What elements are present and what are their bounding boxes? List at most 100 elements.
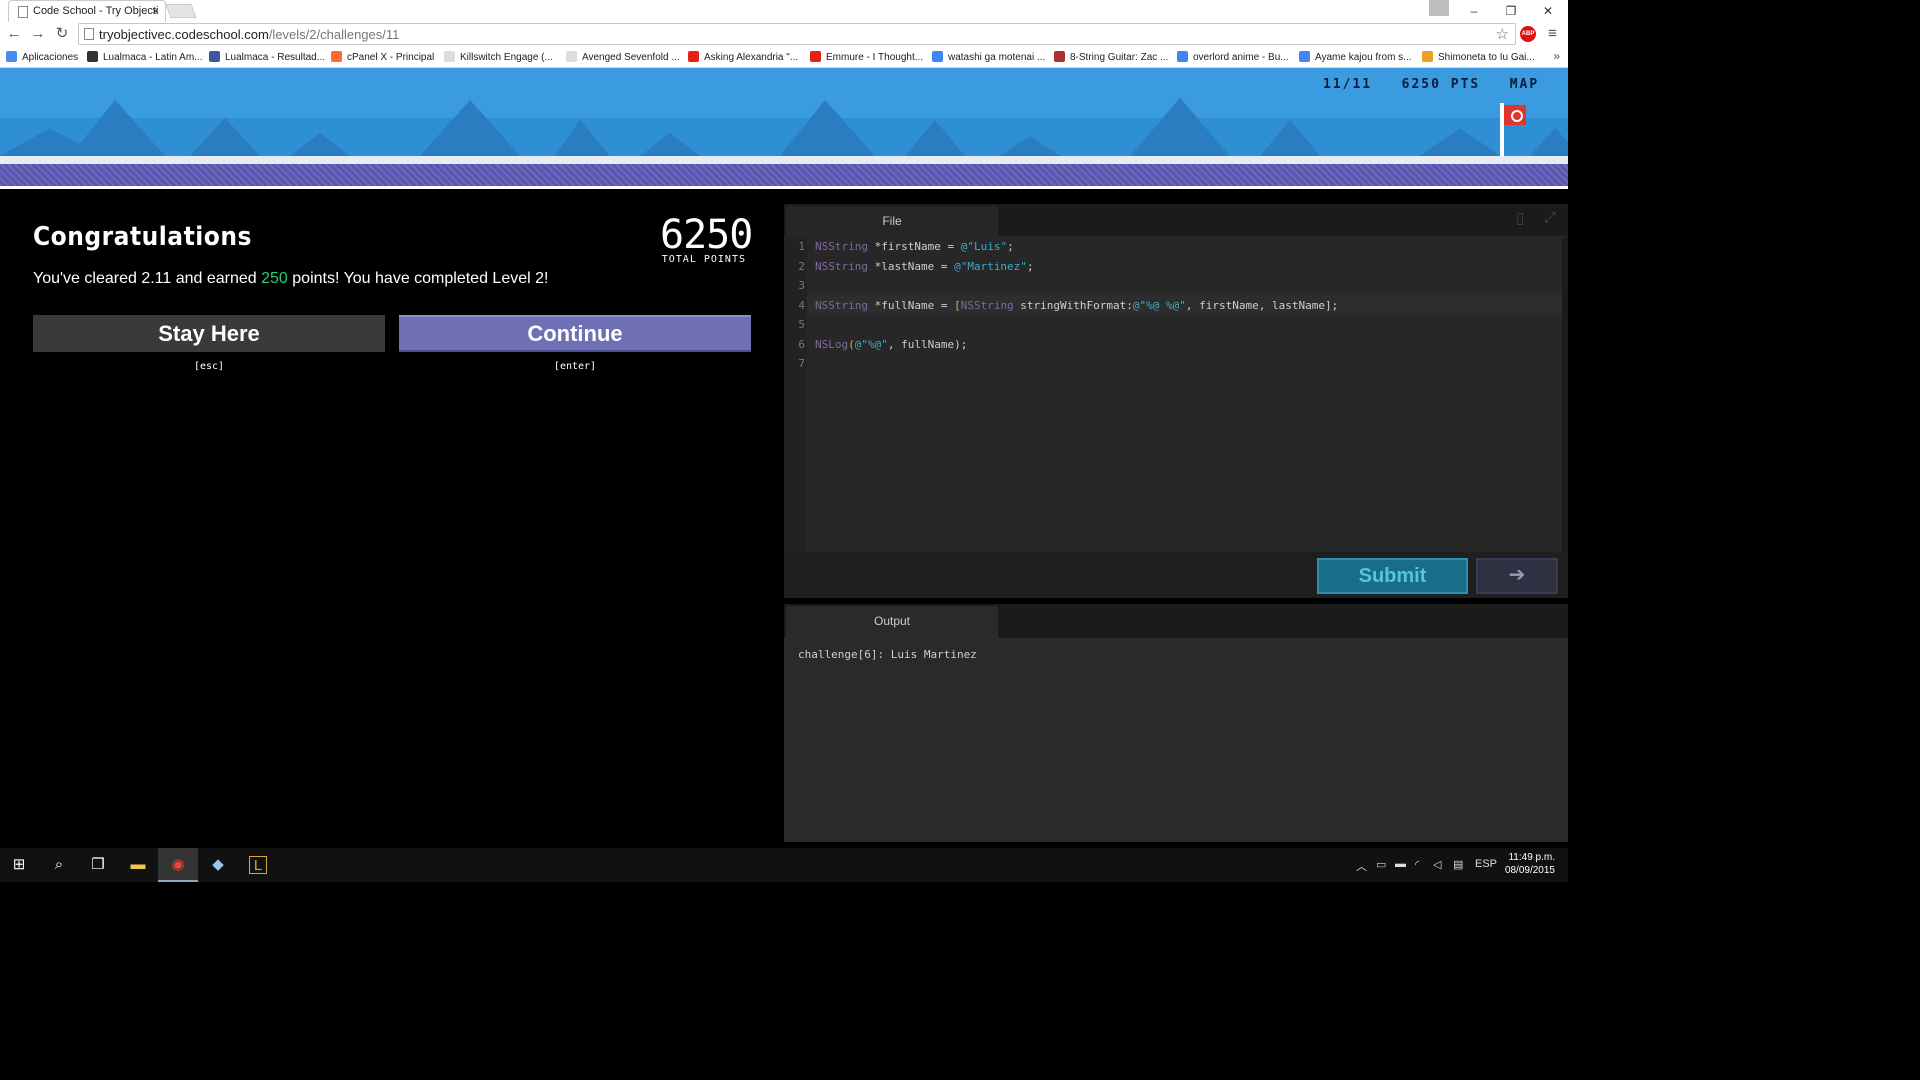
adblock-icon[interactable]: ABP — [1520, 26, 1536, 42]
tray-chevron-icon[interactable]: ︿ — [1356, 858, 1367, 874]
back-icon[interactable]: ← — [4, 24, 24, 44]
bookmark-icon — [688, 51, 699, 62]
bookmark-item[interactable]: Avenged Sevenfold ... — [566, 51, 680, 63]
fullscreen-icon[interactable]: ⤢ — [1544, 209, 1556, 226]
bookmark-icon — [1299, 51, 1310, 62]
bookmark-label: cPanel X - Principal — [347, 52, 435, 63]
code-token: *lastName = — [867, 260, 955, 273]
code-token: , fullName); — [887, 338, 968, 351]
url-host: tryobjectivec.codeschool.com — [99, 27, 269, 42]
tab-title: Code School - Try Objecti — [33, 5, 159, 17]
bookmark-item[interactable]: watashi ga motenai ... — [932, 51, 1045, 63]
bookmark-item[interactable]: Killswitch Engage (... — [444, 51, 553, 63]
page-icon — [84, 28, 94, 40]
layout-toggle-icon[interactable]: ▯ — [1516, 209, 1524, 227]
bookmark-icon — [810, 51, 821, 62]
cleared-message: You've cleared 2.11 and earned 250 point… — [33, 270, 548, 288]
code-editor[interactable] — [807, 238, 1562, 552]
volume-icon[interactable]: ◁ — [1433, 858, 1441, 871]
close-window-button[interactable]: ✕ — [1531, 0, 1565, 22]
bookmark-label: 8-String Guitar: Zac ... — [1070, 52, 1169, 63]
reload-icon[interactable]: ↻ — [52, 24, 72, 44]
notifications-icon[interactable]: ▤ — [1453, 858, 1463, 871]
congrats-title: Congratulations — [33, 222, 252, 252]
wifi-icon[interactable]: ◜ — [1415, 858, 1419, 871]
address-bar[interactable]: tryobjectivec.codeschool.com/levels/2/ch… — [78, 23, 1516, 45]
minimize-button[interactable]: – — [1457, 0, 1491, 22]
file-explorer-icon[interactable]: ▬ — [129, 856, 147, 874]
bookmark-icon — [1177, 51, 1188, 62]
next-arrow-button[interactable]: ➔ — [1476, 558, 1558, 594]
tab-file[interactable]: File — [786, 206, 998, 238]
clock-time: 11:49 p.m. — [1508, 852, 1555, 863]
line-number: 4 — [798, 299, 805, 312]
code-token: ( — [848, 338, 855, 351]
bookmark-item[interactable]: Aplicaciones — [6, 51, 78, 63]
bookmark-label: Killswitch Engage (... — [460, 52, 553, 63]
code-token: *fullName = — [867, 299, 955, 312]
message-prefix: You've cleared 2.11 and earned — [33, 270, 262, 287]
search-icon[interactable]: ⌕ — [50, 856, 68, 874]
code-token: NSString — [815, 240, 868, 253]
bookmark-label: Ayame kajou from s... — [1315, 52, 1412, 63]
points-counter: 6250 PTS — [1401, 77, 1481, 92]
points-earned: 250 — [261, 270, 288, 287]
bookmarks-overflow-icon[interactable]: » — [1553, 49, 1560, 63]
bookmark-label: Shimoneta to Iu Gai... — [1438, 52, 1535, 63]
bookmark-item[interactable]: cPanel X - Principal — [331, 51, 434, 63]
code-token: , firstName, lastName]; — [1185, 299, 1339, 312]
output-text: challenge[6]: Luis Martinez — [798, 648, 977, 661]
bookmark-star-icon[interactable]: ☆ — [1496, 25, 1509, 43]
ground-divider — [0, 186, 1568, 200]
bookmark-label: Emmure - I Thought... — [826, 52, 924, 63]
bookmark-item[interactable]: Ayame kajou from s... — [1299, 51, 1412, 63]
bookmark-label: overlord anime - Bu... — [1193, 52, 1289, 63]
code-token: @"%@" — [854, 338, 888, 351]
code-token: *firstName = — [867, 240, 961, 253]
bookmark-icon — [566, 51, 577, 62]
bookmark-icon — [444, 51, 455, 62]
stay-here-button[interactable]: Stay Here — [33, 315, 385, 352]
bookmark-label: Avenged Sevenfold ... — [582, 52, 680, 63]
bookmark-item[interactable]: Lualmaca - Resultad... — [209, 51, 325, 63]
code-token: stringWithFormat: — [1013, 299, 1133, 312]
app-cube-icon[interactable]: ◆ — [209, 856, 227, 874]
browser-tabstrip: Code School - Try Objecti × – ❐ ✕ — [0, 0, 1568, 22]
bookmark-item[interactable]: Asking Alexandria "... — [688, 51, 798, 63]
bookmark-item[interactable]: overlord anime - Bu... — [1177, 51, 1289, 63]
user-profile-icon[interactable] — [1429, 0, 1449, 16]
line-number: 5 — [798, 318, 805, 331]
stay-hint: [esc] — [193, 361, 225, 372]
bookmark-item[interactable]: Emmure - I Thought... — [810, 51, 923, 63]
chrome-icon[interactable]: ◉ — [169, 856, 187, 874]
forward-icon[interactable]: → — [28, 24, 48, 44]
task-view-icon[interactable]: ❒ — [89, 856, 107, 874]
line-number: 6 — [798, 338, 805, 351]
bookmarks-bar: Aplicaciones Lualmaca - Latin Am... Lualma… — [0, 46, 1568, 68]
tab-output[interactable]: Output — [786, 606, 998, 638]
start-icon[interactable]: ⊞ — [10, 856, 28, 874]
browser-tab[interactable]: Code School - Try Objecti × — [8, 0, 166, 22]
battery-icon[interactable]: ▬ — [1395, 858, 1406, 870]
continue-button[interactable]: Continue — [399, 315, 751, 352]
language-indicator[interactable]: ESP — [1475, 858, 1497, 870]
bookmark-item[interactable]: Lualmaca - Latin Am... — [87, 51, 203, 63]
windows-taskbar — [0, 848, 1568, 882]
tab-close-icon[interactable]: × — [152, 4, 159, 18]
clock[interactable]: 11:49 p.m. 08/09/2015 — [1503, 851, 1555, 877]
tray-tablet-icon[interactable]: ▭ — [1376, 858, 1386, 871]
league-client-icon[interactable]: L — [249, 856, 267, 874]
code-line-4: NSString *fullName = [NSString stringWit… — [815, 299, 1338, 312]
line-number: 7 — [798, 357, 805, 370]
bookmark-icon — [331, 51, 342, 62]
new-tab-button[interactable] — [165, 4, 197, 18]
bookmark-item[interactable]: 8-String Guitar: Zac ... — [1054, 51, 1168, 63]
restore-button[interactable]: ❐ — [1494, 0, 1528, 22]
progress-stats: 11/11 6250 PTS MAP — [1323, 77, 1539, 92]
chrome-menu-icon[interactable]: ≡ — [1548, 25, 1557, 42]
map-link[interactable]: MAP — [1510, 77, 1539, 92]
code-token: ; — [1007, 240, 1014, 253]
submit-button[interactable]: Submit — [1317, 558, 1468, 594]
game-header: 11/11 6250 PTS MAP — [0, 68, 1568, 200]
bookmark-item[interactable]: Shimoneta to Iu Gai... — [1422, 51, 1535, 63]
